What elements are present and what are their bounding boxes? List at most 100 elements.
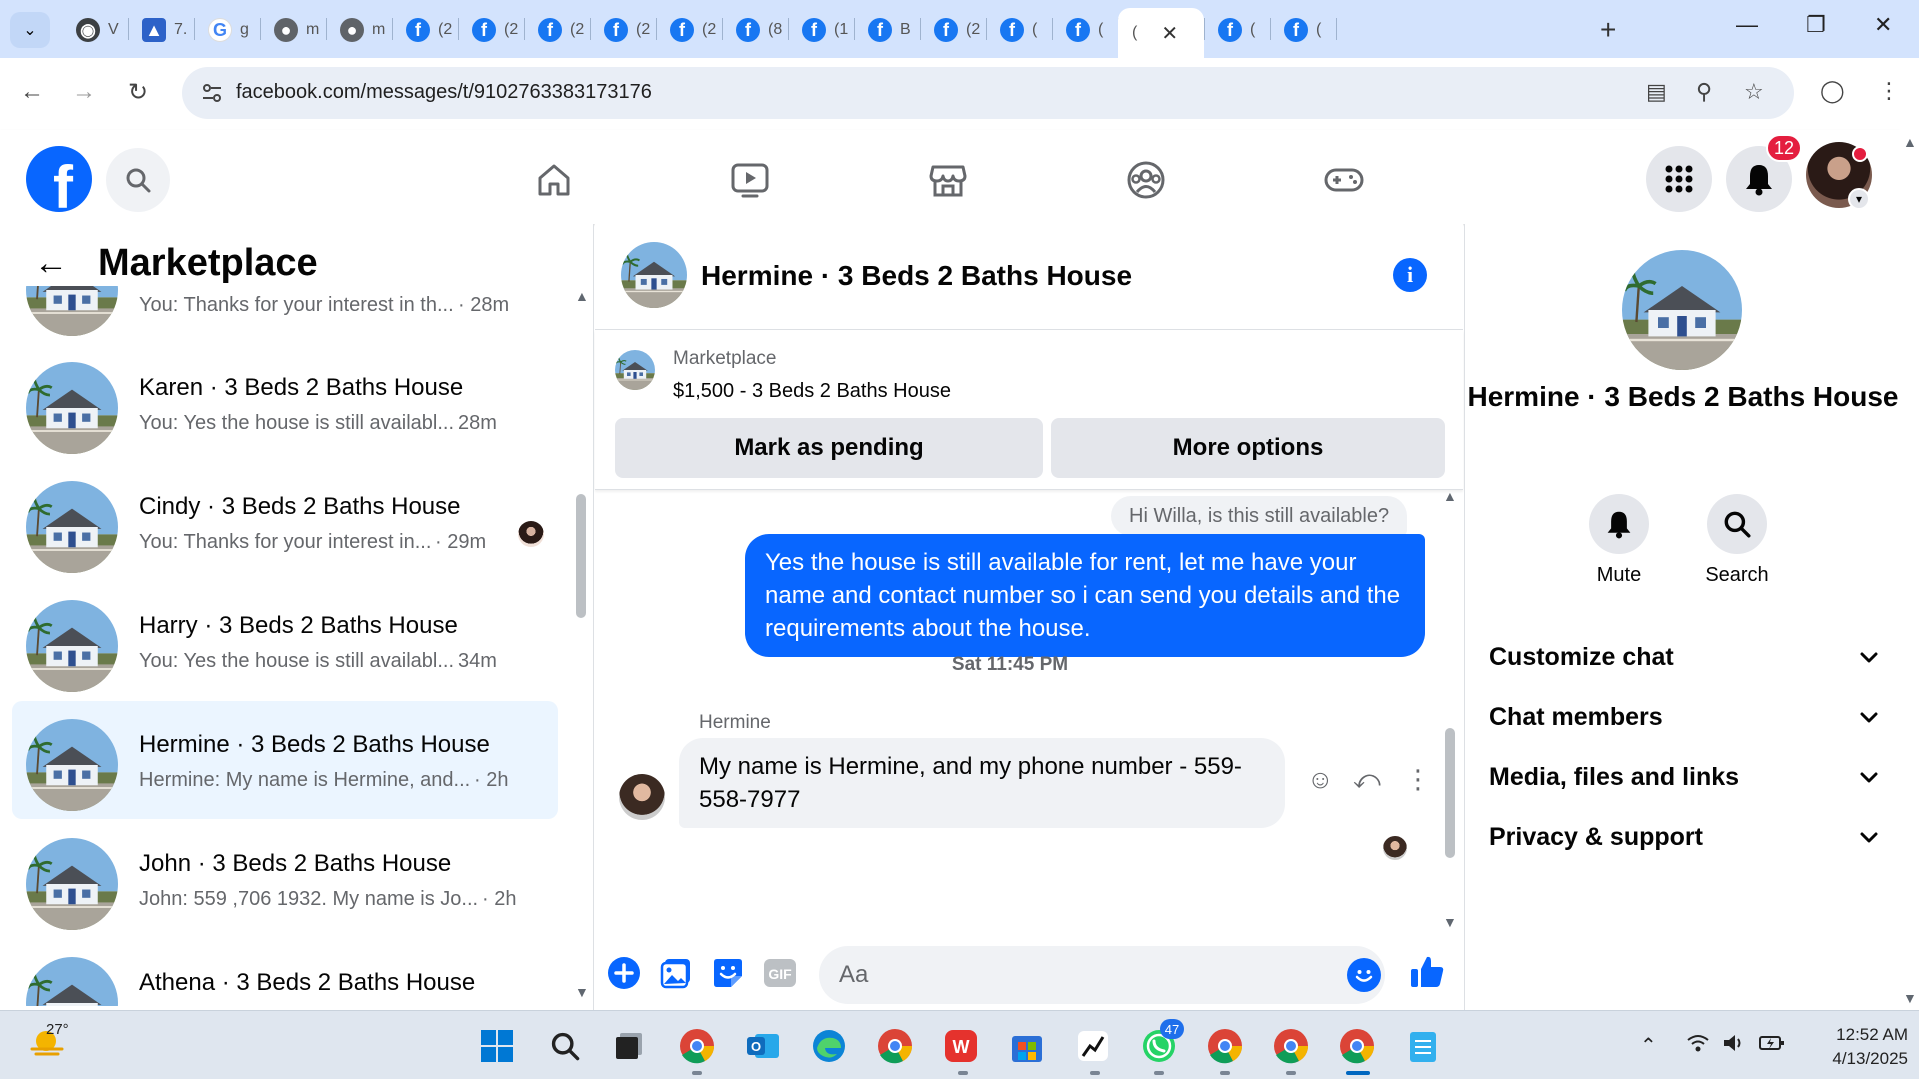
chat-title[interactable]: Hermine · 3 Beds 2 Baths House (701, 260, 1132, 292)
nav-groups-button[interactable] (1122, 156, 1170, 204)
task-view-button[interactable] (608, 1025, 650, 1067)
more-actions-icon[interactable]: ⋮ (1405, 764, 1431, 795)
bookmark-star-icon[interactable]: ☆ (1744, 79, 1764, 105)
notepad-app-icon[interactable] (1402, 1025, 1444, 1067)
browser-tab[interactable]: f (2 (392, 10, 458, 50)
wps-office-icon[interactable]: W (940, 1025, 982, 1067)
conversation-item[interactable]: Athena · 3 Beds 2 Baths House (12, 939, 558, 1006)
nav-home-button[interactable] (530, 156, 578, 204)
browser-tab[interactable]: ▲ 7. (128, 10, 194, 50)
minimize-button[interactable]: — (1736, 12, 1758, 38)
new-tab-button[interactable]: + (1600, 14, 1616, 46)
emoji-icon[interactable] (1347, 958, 1381, 992)
page-scrollbar[interactable]: ▲ ▼ (1900, 130, 1919, 1010)
browser-tab[interactable]: fB (854, 10, 920, 50)
outgoing-message[interactable]: Yes the house is still available for ren… (745, 534, 1425, 657)
listing-thumbnail[interactable] (615, 350, 655, 390)
conversation-item[interactable]: John · 3 Beds 2 Baths House John: 559 ,70… (12, 820, 558, 938)
chrome-profile-icon[interactable] (1204, 1025, 1246, 1067)
chevron-down-icon[interactable]: ▾ (1848, 188, 1870, 210)
browser-tab[interactable]: f (2 (524, 10, 590, 50)
wifi-icon[interactable] (1686, 1033, 1710, 1059)
browser-tab[interactable]: f( (1052, 10, 1118, 50)
chrome-app-icon[interactable] (874, 1025, 916, 1067)
listing-detail[interactable]: $1,500 - 3 Beds 2 Baths House (673, 380, 951, 403)
conversation-item[interactable]: Hermine · 3 Beds 2 Baths House Hermine: M… (12, 701, 558, 819)
browser-tab[interactable]: f( (1204, 10, 1270, 50)
info-icon[interactable]: i (1393, 258, 1427, 292)
more-options-button[interactable]: More options (1051, 418, 1445, 478)
react-emoji-icon[interactable]: ☺ (1307, 764, 1334, 795)
chat-avatar[interactable] (621, 242, 687, 308)
nav-gaming-button[interactable] (1320, 156, 1368, 204)
facebook-logo-icon[interactable]: f (26, 146, 92, 212)
tab-search-button[interactable]: ⌄ (10, 12, 50, 48)
scroll-down-arrow-icon[interactable]: ▼ (1903, 990, 1917, 1006)
chrome-profile-icon[interactable] (1270, 1025, 1312, 1067)
browser-tab[interactable]: f (1 (788, 10, 854, 50)
system-clock[interactable]: 12:52 AM 4/13/2025 (1808, 1023, 1908, 1071)
scroll-down-arrow-icon[interactable]: ▼ (575, 984, 589, 1000)
details-section[interactable]: Privacy & support (1489, 812, 1879, 862)
conversation-scrollbar[interactable]: ▲ ▼ (574, 288, 589, 1000)
browser-tab[interactable]: f (8 (722, 10, 788, 50)
store-app-icon[interactable] (1006, 1025, 1048, 1067)
profile-icon[interactable]: ◯ (1820, 78, 1845, 104)
attach-photo-button[interactable] (659, 956, 693, 990)
chevron-up-icon[interactable]: ⌃ (1640, 1033, 1657, 1058)
browser-tab[interactable]: f( (1270, 10, 1336, 50)
close-window-button[interactable]: ✕ (1874, 12, 1892, 38)
conversation-item[interactable]: Cindy · 3 Beds 2 Baths House You: Thanks … (12, 463, 558, 581)
gif-button[interactable]: GIF (763, 956, 797, 990)
site-info-icon[interactable] (198, 79, 226, 107)
browser-tab[interactable]: ◉ V (62, 10, 128, 50)
address-bar[interactable]: facebook.com/messages/t/9102763383173176… (182, 67, 1794, 119)
browser-tab[interactable]: f( (986, 10, 1052, 50)
outlook-app-icon[interactable]: O (742, 1025, 784, 1067)
incoming-message[interactable]: My name is Hermine, and my phone number … (679, 738, 1285, 828)
browser-tab[interactable]: f (2 (920, 10, 986, 50)
browser-tab[interactable]: f (2 (656, 10, 722, 50)
browser-tab[interactable]: Gg (194, 10, 260, 50)
conversation-item[interactable]: Harry · 3 Beds 2 Baths House You: Yes the… (12, 582, 558, 700)
scroll-down-arrow-icon[interactable]: ▼ (1443, 914, 1457, 930)
search-in-chat-button[interactable]: Search (1677, 494, 1797, 587)
conversation-item[interactable]: Karen · 3 Beds 2 Baths House You: Yes the… (12, 344, 558, 462)
sticker-button[interactable] (711, 956, 745, 990)
battery-icon[interactable] (1758, 1033, 1786, 1059)
details-section[interactable]: Media, files and links (1489, 752, 1879, 802)
mark-as-pending-button[interactable]: Mark as pending (615, 418, 1043, 478)
menu-button[interactable] (1646, 146, 1712, 212)
details-section[interactable]: Chat members (1489, 692, 1879, 742)
browser-tab[interactable]: ● m (326, 10, 392, 50)
browser-tab[interactable]: f (2 (458, 10, 524, 50)
nav-marketplace-button[interactable] (924, 156, 972, 204)
thread-scrollbar[interactable]: ▲ ▼ (1443, 488, 1457, 932)
back-button[interactable]: ← (20, 78, 44, 106)
restore-button[interactable]: ❐ (1806, 12, 1826, 38)
scroll-up-arrow-icon[interactable]: ▲ (1443, 488, 1457, 504)
browser-tab[interactable]: ● m (260, 10, 326, 50)
scroll-up-arrow-icon[interactable]: ▲ (1903, 134, 1917, 150)
browser-tab[interactable]: (✕ (1118, 8, 1204, 58)
forward-button[interactable]: → (72, 78, 96, 106)
scroll-up-arrow-icon[interactable]: ▲ (575, 288, 589, 304)
facebook-search-button[interactable] (106, 148, 170, 212)
start-button[interactable] (476, 1025, 518, 1067)
conversation-item[interactable]: Ashley · 3 Beds 2 Baths HouseYou: Thanks… (12, 286, 558, 344)
scrollbar-thumb[interactable] (576, 494, 586, 618)
scrollbar-thumb[interactable] (1445, 728, 1455, 858)
details-avatar[interactable] (1622, 250, 1742, 370)
close-tab-icon[interactable]: ✕ (1161, 21, 1178, 46)
nav-video-button[interactable] (726, 156, 774, 204)
chrome-active-icon[interactable] (1336, 1025, 1378, 1067)
details-section[interactable]: Customize chat (1489, 632, 1879, 682)
reply-icon[interactable]: ⤺ (1353, 764, 1381, 796)
sender-avatar[interactable] (619, 774, 665, 820)
more-menu-icon[interactable]: ⋮ (1878, 78, 1900, 104)
chrome-app-icon[interactable] (676, 1025, 718, 1067)
browser-tab[interactable]: f (2 (590, 10, 656, 50)
volume-icon[interactable] (1722, 1033, 1746, 1059)
message-input-box[interactable] (819, 946, 1385, 1004)
edge-app-icon[interactable] (808, 1025, 850, 1067)
